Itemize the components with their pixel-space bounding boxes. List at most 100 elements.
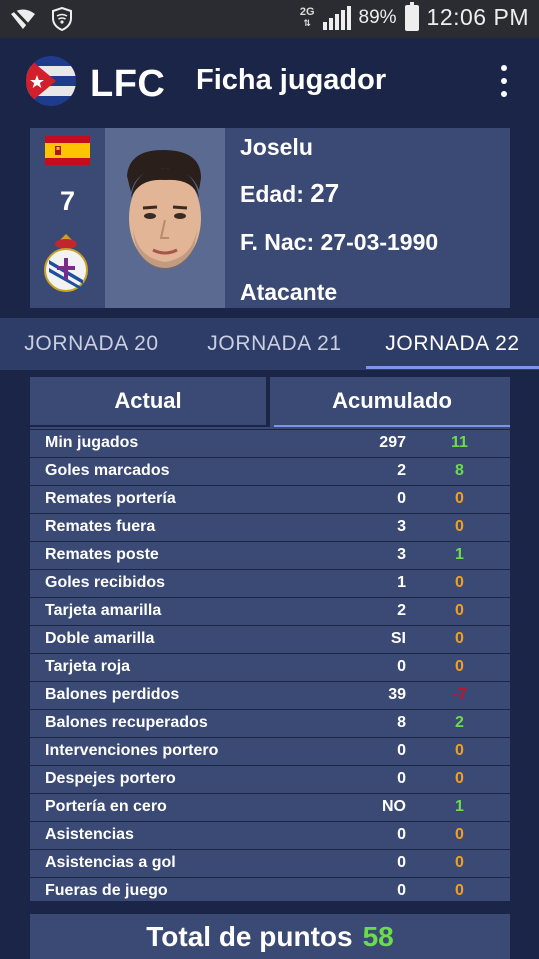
table-row: Doble amarilla SI 0	[30, 625, 510, 653]
jornada-tabs: JORNADA 20 JORNADA 21 JORNADA 22	[0, 318, 539, 370]
stat-label: Asistencias a gol	[45, 854, 176, 871]
battery-icon	[404, 1, 419, 31]
app-name: LFC	[90, 63, 166, 105]
tab-jornada-21[interactable]: JORNADA 21	[183, 318, 366, 370]
spain-flag-icon	[45, 136, 90, 165]
table-row: Portería en cero NO 1	[30, 793, 510, 821]
clock: 12:06 PM	[426, 4, 529, 30]
stat-label: Goles marcados	[45, 462, 170, 479]
stat-value: 2	[397, 602, 406, 619]
stat-delta: 0	[455, 630, 464, 647]
total-label: Total de puntos	[146, 921, 353, 952]
table-row: Asistencias 0 0	[30, 821, 510, 849]
stats-panel: Actual Acumulado Min jugados 297 11 Goles m…	[30, 377, 510, 901]
table-row: Balones recuperados 8 2	[30, 709, 510, 737]
table-row: Goles marcados 2 8	[30, 457, 510, 485]
stat-value: SI	[390, 630, 406, 647]
total-value: 58	[362, 921, 394, 952]
player-age: Edad: 27	[240, 178, 339, 209]
vpn-shield-icon	[52, 6, 72, 36]
table-row: Fueras de juego 0 0	[30, 877, 510, 905]
player-photo	[105, 128, 225, 308]
table-row: Min jugados 297 11	[30, 429, 510, 457]
overflow-menu-icon[interactable]	[498, 65, 510, 97]
stat-delta: 0	[455, 574, 464, 591]
stat-delta: 0	[455, 658, 464, 675]
table-row: Goles recibidos 1 0	[30, 569, 510, 597]
stat-value: 0	[397, 826, 406, 843]
active-tab-indicator	[366, 366, 539, 369]
stat-label: Remates fuera	[45, 518, 156, 535]
stat-value: 0	[397, 854, 406, 871]
stat-value: 297	[379, 434, 406, 451]
status-bar: 2G ⇅ 89% 12:06 PM	[0, 0, 539, 38]
stat-label: Goles recibidos	[45, 574, 166, 591]
table-row: Balones perdidos 39 -7	[30, 681, 510, 709]
stat-label: Tarjeta roja	[45, 658, 131, 675]
stat-label: Fueras de juego	[45, 882, 168, 899]
age-label: Edad:	[240, 181, 304, 207]
table-row: Remates fuera 3 0	[30, 513, 510, 541]
birth-value: 27-03-1990	[320, 229, 439, 255]
shirt-number: 7	[59, 186, 76, 216]
stat-delta: 2	[455, 714, 464, 731]
tab-jornada-22[interactable]: JORNADA 22	[366, 318, 539, 370]
stat-value: 3	[397, 546, 406, 563]
page-title: Ficha jugador	[196, 64, 387, 96]
stat-value: 0	[397, 490, 406, 507]
stat-value: 1	[397, 574, 406, 591]
stat-delta: 0	[455, 518, 464, 535]
stat-value: 0	[397, 658, 406, 675]
stat-value: 3	[397, 518, 406, 535]
segment-acumulado[interactable]: Acumulado	[274, 377, 510, 427]
stat-label: Balones recuperados	[45, 714, 208, 731]
stat-delta: 0	[455, 854, 464, 871]
stat-label: Balones perdidos	[45, 686, 180, 703]
stat-label: Remates poste	[45, 546, 159, 563]
stat-label: Remates portería	[45, 490, 176, 507]
battery-percent: 89%	[358, 6, 397, 28]
stat-label: Min jugados	[45, 434, 139, 451]
table-row: Remates portería 0 0	[30, 485, 510, 513]
stat-value: NO	[382, 798, 406, 815]
segment-actual[interactable]: Actual	[30, 377, 270, 427]
stat-delta: 0	[455, 742, 464, 759]
table-row: Tarjeta amarilla 2 0	[30, 597, 510, 625]
table-row: Remates poste 3 1	[30, 541, 510, 569]
stat-value: 2	[397, 462, 406, 479]
stat-delta: 0	[455, 882, 464, 899]
stat-value: 0	[397, 770, 406, 787]
table-row: Tarjeta roja 0 0	[30, 653, 510, 681]
stat-value: 0	[397, 882, 406, 899]
stat-delta: 8	[455, 462, 464, 479]
logo-cuba-flag-icon[interactable]	[26, 56, 76, 106]
stat-label: Asistencias	[45, 826, 134, 843]
network-type: 2G ⇅	[299, 5, 315, 28]
stat-delta: 11	[451, 434, 468, 451]
signal-icon	[322, 5, 351, 30]
stat-delta: 0	[455, 602, 464, 619]
stat-delta: 0	[455, 490, 464, 507]
app-bar: LFC Ficha jugador	[0, 38, 539, 130]
total-points: Total de puntos 58	[30, 914, 510, 959]
stat-label: Despejes portero	[45, 770, 176, 787]
stat-delta: 1	[455, 798, 464, 815]
stat-delta: -7	[452, 686, 467, 703]
stat-delta: 1	[455, 546, 464, 563]
stat-label: Portería en cero	[45, 798, 167, 815]
stat-delta: 0	[455, 770, 464, 787]
birth-label: F. Nac:	[240, 229, 315, 255]
table-row: Despejes portero 0 0	[30, 765, 510, 793]
tab-jornada-20[interactable]: JORNADA 20	[0, 318, 183, 370]
stat-label: Intervenciones portero	[45, 742, 219, 759]
player-name: Joselu	[240, 134, 313, 160]
wifi-off-icon	[10, 7, 36, 35]
stat-value: 8	[397, 714, 406, 731]
player-card: 7 Joselu Edad: 27 F. Nac: 27-03-1990 Ata…	[30, 128, 510, 308]
stat-label: Tarjeta amarilla	[45, 602, 162, 619]
table-row: Intervenciones portero 0 0	[30, 737, 510, 765]
player-side-info: 7	[30, 128, 105, 308]
player-position: Atacante	[240, 279, 338, 305]
stat-delta: 0	[455, 826, 464, 843]
table-row: Asistencias a gol 0 0	[30, 849, 510, 877]
